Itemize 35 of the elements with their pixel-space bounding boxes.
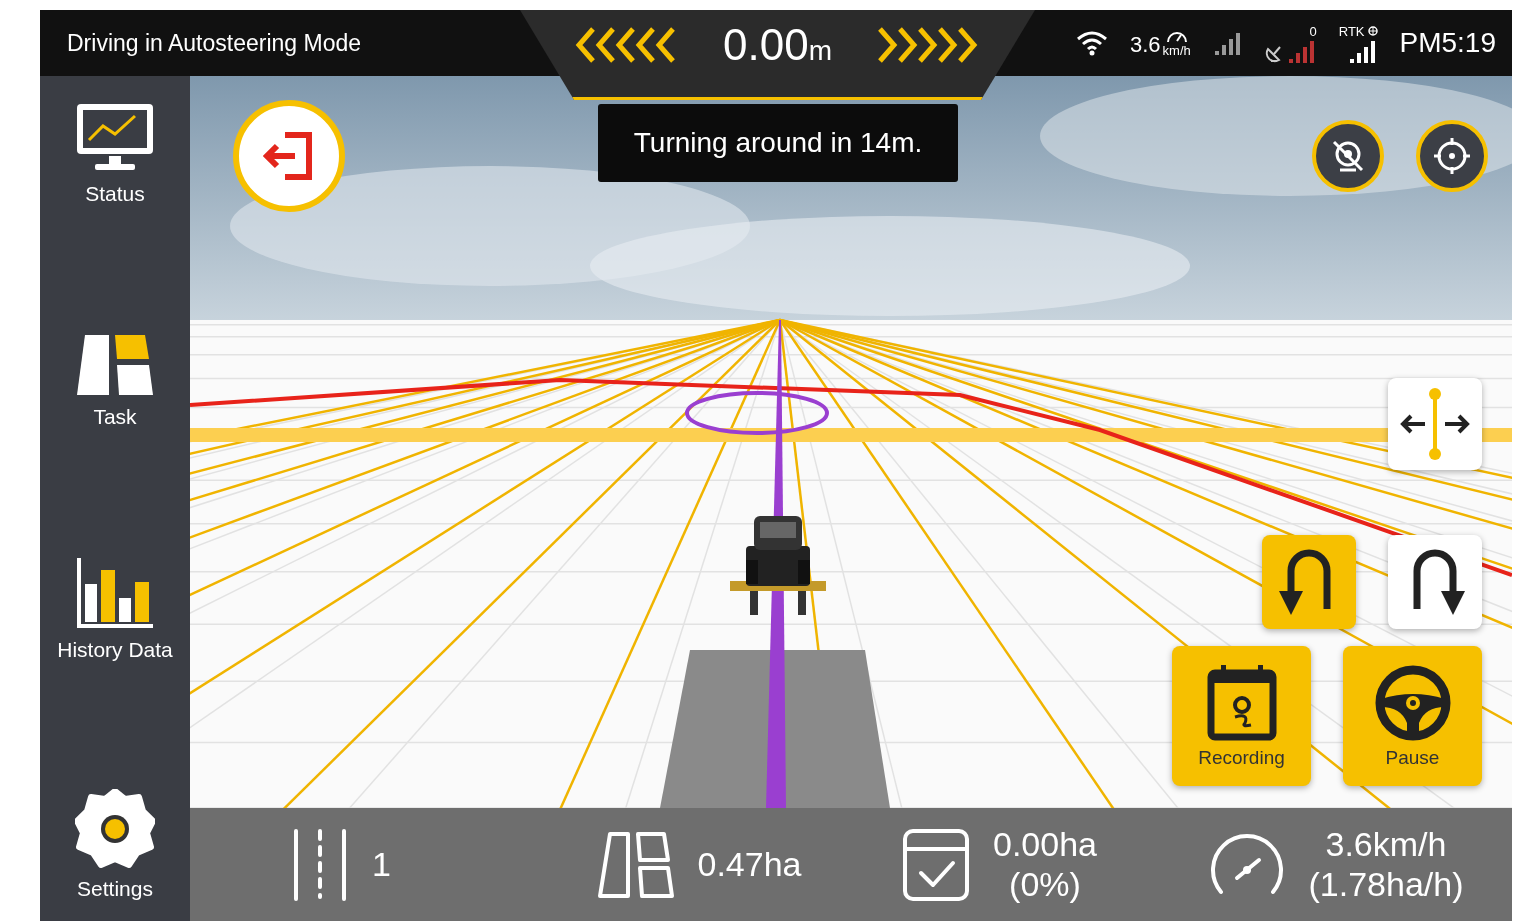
action-button[interactable]: Pause: [1343, 646, 1482, 786]
rtk-label: RTK: [1338, 23, 1365, 39]
wifi-icon: [1075, 30, 1108, 56]
signal-bars-icon: [1286, 38, 1317, 63]
u-turn-button[interactable]: [1388, 535, 1482, 629]
nav-item[interactable]: History Data: [57, 638, 173, 662]
field-blocks-icon: [595, 829, 676, 900]
checked-box-icon: [901, 826, 971, 903]
signal-bars-icon: [1212, 31, 1243, 55]
turn-notice: Turning around in 14m.: [598, 104, 958, 182]
clock-time: PM5:19: [1399, 27, 1496, 59]
signal-bars-icon: [1347, 38, 1378, 63]
stat-value: 1: [372, 844, 391, 885]
shift-line-button[interactable]: [1388, 378, 1482, 470]
stat-value: 0.47ha: [697, 844, 802, 885]
stat-note: (0%): [1009, 864, 1081, 904]
nav-item[interactable]: Settings: [77, 877, 153, 901]
exit-icon: [263, 131, 315, 181]
u-turn-button[interactable]: [1262, 535, 1356, 629]
speed-unit: km/h: [1162, 42, 1191, 58]
stat-value: 0.00ha: [993, 825, 1097, 865]
nav-item[interactable]: Status: [85, 182, 145, 206]
crosshair-icon: [1432, 136, 1472, 176]
field-blocks-icon: [75, 333, 155, 397]
settings-icon: [75, 789, 155, 869]
mode-title: Driving in Autosteering Mode: [67, 29, 362, 57]
stat-note: (1.78ha/h): [1308, 864, 1464, 904]
bar-chart-icon: [75, 556, 155, 630]
line-offset-reading: 0.00m: [723, 19, 832, 70]
stat-value: 3.6km/h: [1325, 825, 1447, 865]
nav-item[interactable]: Task: [93, 405, 137, 429]
action-button[interactable]: Recording: [1172, 646, 1311, 786]
satellite-count: 0: [1309, 23, 1317, 39]
globe-icon: [1367, 26, 1378, 36]
speed-reading: 3.6: [1129, 31, 1161, 58]
